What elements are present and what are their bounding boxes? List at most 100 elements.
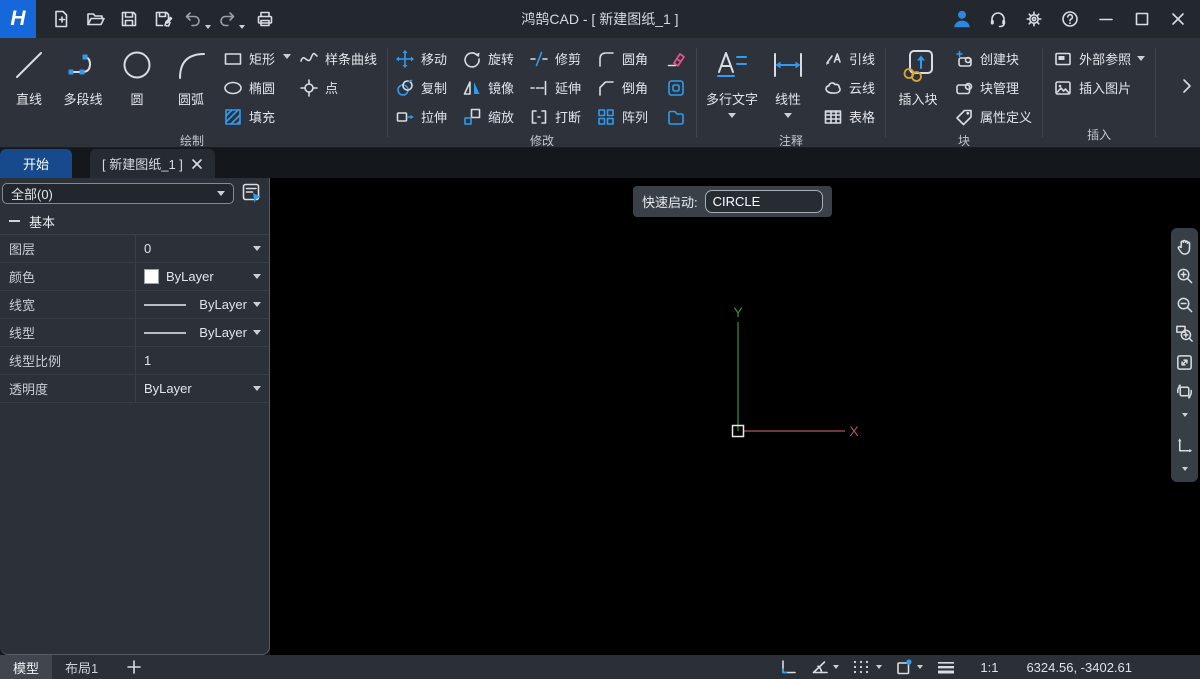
transparency-value-dropdown[interactable]: ByLayer xyxy=(135,375,269,402)
print-button[interactable] xyxy=(248,4,282,34)
tab-document[interactable]: [ 新建图纸_1 ] xyxy=(90,149,215,178)
chamfer-icon xyxy=(596,78,616,98)
zoom-out-button[interactable] xyxy=(1174,293,1196,315)
ucs-tool-button[interactable] xyxy=(1174,434,1196,456)
table-button[interactable]: 表格 xyxy=(818,102,880,131)
new-file-button[interactable] xyxy=(44,4,78,34)
lineweight-value-dropdown[interactable]: ByLayer xyxy=(135,291,269,318)
attribute-tag-icon xyxy=(954,107,974,127)
array-button[interactable]: 阵列 xyxy=(594,102,661,131)
rotate-button[interactable]: 旋转 xyxy=(460,44,527,73)
save-button[interactable] xyxy=(112,4,146,34)
quick-select-button[interactable] xyxy=(238,181,266,205)
tab-start[interactable]: 开始 xyxy=(0,149,72,178)
polar-tracking-toggle[interactable] xyxy=(807,656,842,678)
save-as-button[interactable] xyxy=(146,4,180,34)
linetype-value-dropdown[interactable]: ByLayer xyxy=(135,319,269,346)
line-button[interactable]: 直线 xyxy=(2,44,56,108)
plus-icon xyxy=(126,659,142,675)
tab-close-icon[interactable] xyxy=(191,158,203,170)
spline-button[interactable]: 样条曲线 xyxy=(294,44,382,73)
break-button[interactable]: 打断 xyxy=(527,102,594,131)
layer-value-dropdown[interactable]: 0 xyxy=(135,235,269,262)
redo-caret-icon xyxy=(239,25,245,29)
mtext-button[interactable]: 多行文字 xyxy=(702,44,762,118)
lineweight-display-toggle[interactable] xyxy=(932,656,960,678)
color-value-dropdown[interactable]: ByLayer xyxy=(135,263,269,290)
block-manager-button[interactable]: 块管理 xyxy=(949,73,1037,102)
trim-button[interactable]: 修剪 xyxy=(527,44,594,73)
zoom-extents-button[interactable] xyxy=(1174,351,1196,373)
leader-button[interactable]: 引线 xyxy=(818,44,880,73)
minimize-button[interactable] xyxy=(1090,4,1122,34)
undo-button[interactable] xyxy=(180,4,214,34)
extend-button[interactable]: 延伸 xyxy=(527,73,594,102)
linear-dim-dropdown-icon[interactable] xyxy=(784,113,792,118)
attribute-define-button[interactable]: 属性定义 xyxy=(949,102,1037,131)
quick-launch-input[interactable] xyxy=(705,190,823,213)
insert-image-button[interactable]: 插入图片 xyxy=(1048,73,1150,102)
minimize-icon xyxy=(1096,9,1116,29)
mirror-button[interactable]: 镜像 xyxy=(460,73,527,102)
properties-section-basic[interactable]: 基本 xyxy=(0,208,269,235)
copy-button[interactable]: 复制 xyxy=(393,73,460,102)
offset-button[interactable] xyxy=(661,73,691,102)
selection-filter-dropdown[interactable]: 全部(0) xyxy=(2,183,234,204)
redo-button[interactable] xyxy=(214,4,248,34)
explode-button[interactable] xyxy=(661,102,691,131)
chamfer-button[interactable]: 倒角 xyxy=(594,73,661,102)
xref-dropdown-icon[interactable] xyxy=(1137,56,1145,61)
orbit-dropdown-button[interactable] xyxy=(1174,409,1196,421)
model-tab[interactable]: 模型 xyxy=(0,655,52,679)
drawing-canvas[interactable]: 快速启动: Y X xyxy=(270,178,1200,655)
move-icon xyxy=(395,49,415,69)
save-as-icon xyxy=(153,9,173,29)
rectangle-dropdown-icon[interactable] xyxy=(283,54,291,59)
move-button[interactable]: 移动 xyxy=(393,44,460,73)
xref-button[interactable]: 外部参照 xyxy=(1048,44,1150,73)
add-layout-button[interactable] xyxy=(119,655,149,679)
circle-button[interactable]: 圆 xyxy=(110,44,164,108)
ribbon-expand-button[interactable] xyxy=(1176,38,1198,133)
object-snap-toggle[interactable] xyxy=(891,656,926,678)
ortho-toggle[interactable] xyxy=(775,656,801,678)
close-button[interactable] xyxy=(1162,4,1194,34)
ribbon-section-modify: 移动 旋转 修剪 圆角 复制 镜像 延伸 倒角 拉伸 缩放 打断 阵列 修改 xyxy=(393,40,691,147)
pan-button[interactable] xyxy=(1174,235,1196,257)
zoom-in-button[interactable] xyxy=(1174,264,1196,286)
mtext-dropdown-icon[interactable] xyxy=(728,113,736,118)
arc-button[interactable]: 圆弧 xyxy=(164,44,218,108)
point-button[interactable]: 点 xyxy=(294,73,382,102)
hatch-button[interactable]: 填充 xyxy=(218,102,280,131)
grid-snap-toggle[interactable] xyxy=(848,656,885,678)
orbit-button[interactable] xyxy=(1174,380,1196,402)
app-logo[interactable]: H xyxy=(0,0,36,38)
layout1-tab[interactable]: 布局1 xyxy=(52,655,111,679)
help-button[interactable] xyxy=(1054,4,1086,34)
ellipse-button[interactable]: 椭圆 xyxy=(218,73,280,102)
maximize-button[interactable] xyxy=(1126,4,1158,34)
revision-cloud-button[interactable]: 云线 xyxy=(818,73,880,102)
annotation-scale[interactable]: 1:1 xyxy=(980,660,998,675)
erase-button[interactable] xyxy=(661,44,691,73)
scale-button[interactable]: 缩放 xyxy=(460,102,527,131)
create-block-button[interactable]: 创建块 xyxy=(949,44,1037,73)
polyline-button[interactable]: 多段线 xyxy=(56,44,110,108)
ucs-dropdown-button[interactable] xyxy=(1174,463,1196,475)
account-button[interactable] xyxy=(946,4,978,34)
property-row-color: 颜色 ByLayer xyxy=(0,263,269,291)
support-button[interactable] xyxy=(982,4,1014,34)
open-file-button[interactable] xyxy=(78,4,112,34)
settings-button[interactable] xyxy=(1018,4,1050,34)
fillet-button[interactable]: 圆角 xyxy=(594,44,661,73)
insert-block-button[interactable]: 插入块 xyxy=(891,44,945,108)
linear-dim-button[interactable]: 线性 xyxy=(762,44,814,118)
rectangle-button[interactable]: 矩形 xyxy=(218,44,280,73)
linetype-scale-field[interactable]: 1 xyxy=(135,347,269,374)
zoom-window-button[interactable] xyxy=(1174,322,1196,344)
dropdown-caret-icon xyxy=(253,330,261,335)
window-controls xyxy=(946,4,1200,34)
chevron-right-icon xyxy=(1180,76,1194,96)
stretch-button[interactable]: 拉伸 xyxy=(393,102,460,131)
circle-icon xyxy=(118,46,156,84)
